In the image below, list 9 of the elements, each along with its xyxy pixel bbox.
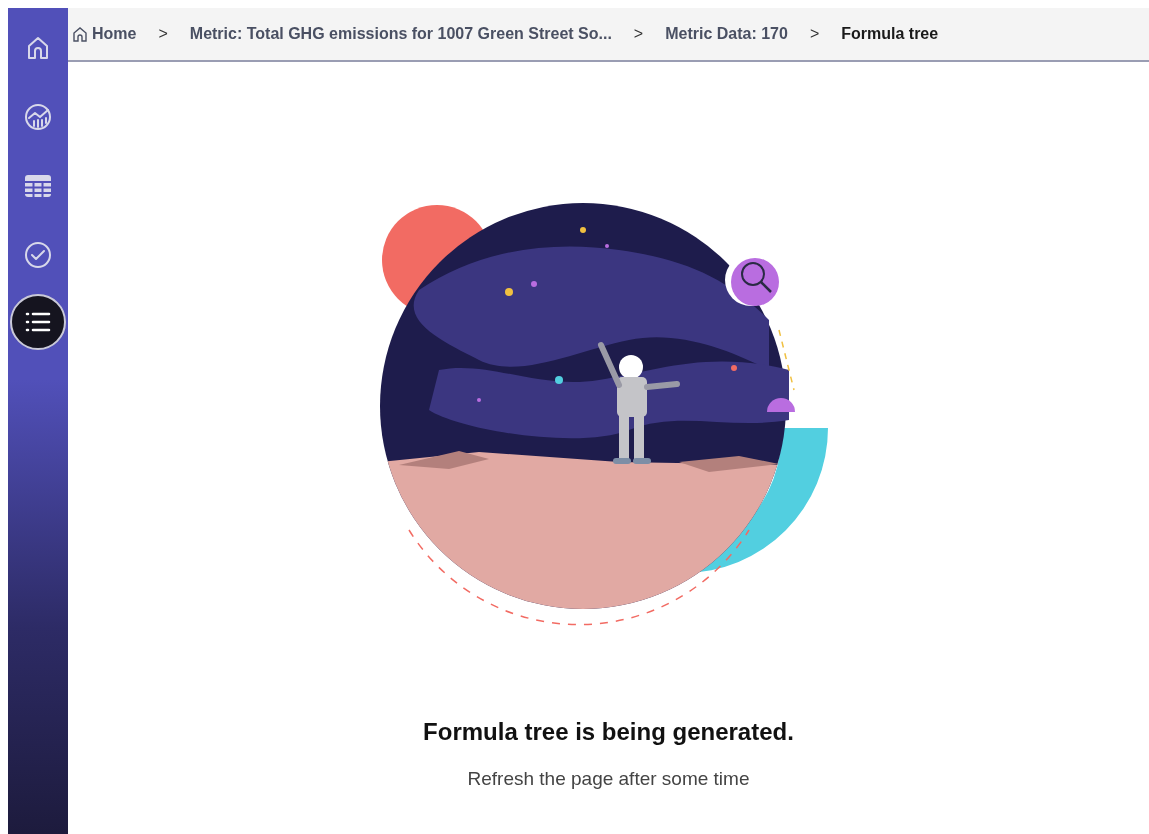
status-hint-text: Refresh the page after some time bbox=[467, 768, 750, 790]
breadcrumb-link[interactable]: Metric Data: 170 bbox=[665, 25, 788, 43]
separator-text: > bbox=[633, 25, 644, 43]
separator-text: > bbox=[809, 25, 820, 43]
separator-text: > bbox=[158, 25, 168, 43]
breadcrumb-link[interactable]: Home bbox=[72, 25, 137, 43]
status-heading: Formula tree is being generated. bbox=[423, 718, 794, 746]
breadcrumb-link[interactable]: Formula tree bbox=[841, 25, 939, 43]
breadcrumb-link[interactable]: Metric: Total GHG emissions for 1007 Green Street So... bbox=[189, 25, 612, 43]
